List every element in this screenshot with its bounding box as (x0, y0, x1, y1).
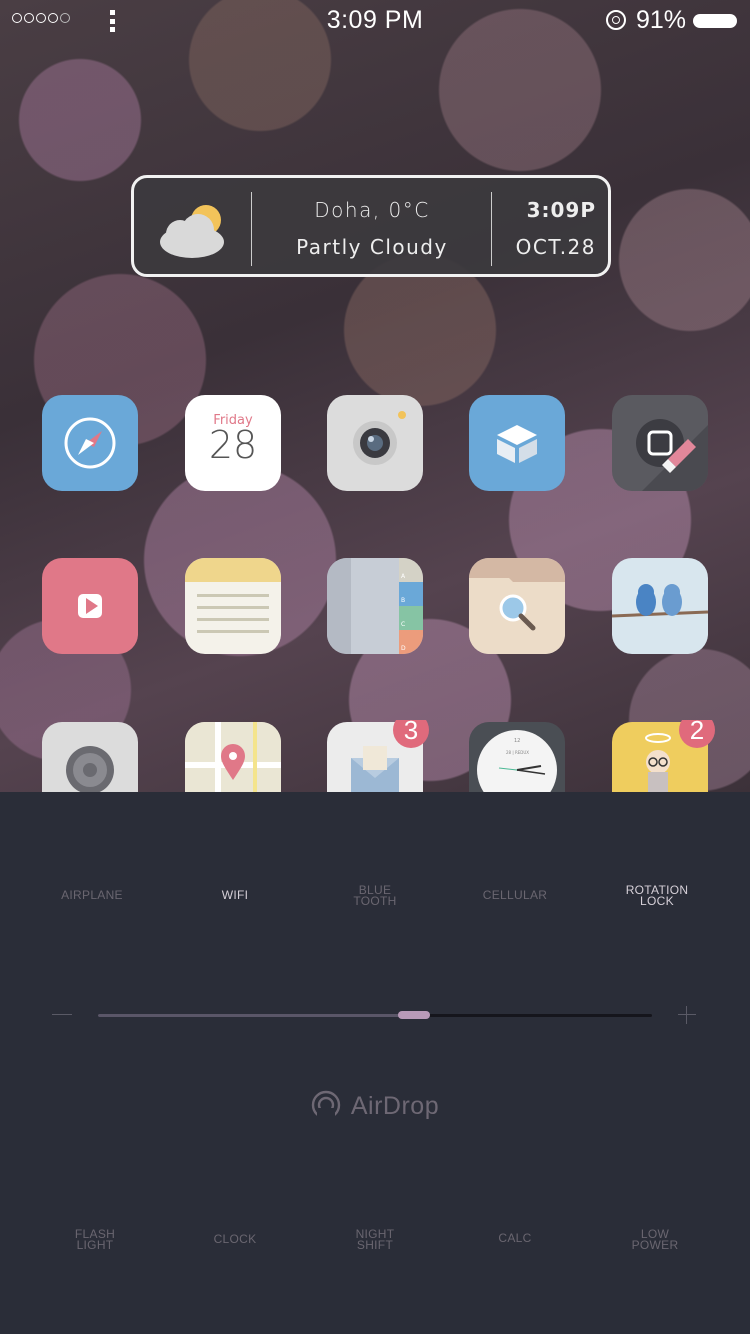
app-eraser[interactable] (612, 395, 708, 491)
play-icon (78, 594, 102, 618)
app-safari[interactable] (42, 395, 138, 491)
notes-icon (185, 558, 281, 633)
svg-text:C: C (401, 621, 405, 628)
svg-text:12: 12 (514, 738, 520, 744)
weather-condition: Partly Cloudy (296, 235, 448, 259)
rotation-lock-icon (606, 10, 626, 30)
calculator-toggle[interactable]: CALC (455, 1232, 575, 1244)
cellular-toggle[interactable]: CELLULAR (455, 889, 575, 901)
brightness-thumb[interactable] (397, 1011, 430, 1019)
control-center: AIRPLANE WIFI BLUE TOOTH CELLULAR ROTATI… (0, 792, 750, 1334)
airplane-toggle[interactable]: AIRPLANE (32, 889, 152, 901)
brightness-min-icon (52, 1014, 72, 1015)
airdrop-button[interactable]: AirDrop (0, 1091, 750, 1122)
brightness-slider[interactable] (98, 1011, 652, 1019)
dock-row-clip: 3 12 28 | REDUX 2 (0, 720, 750, 792)
divider (491, 192, 492, 266)
app-dropbox[interactable] (469, 395, 565, 491)
compass-icon (64, 417, 116, 469)
app-calendar[interactable]: Friday 28 (185, 395, 281, 491)
airdrop-icon (311, 1091, 341, 1121)
weather-date: OCT.28 (515, 235, 596, 259)
low-power-toggle[interactable]: LOW POWER (595, 1228, 715, 1251)
app-clock[interactable]: 12 28 | REDUX (469, 722, 565, 792)
app-finder[interactable] (469, 558, 565, 654)
contacts-icon: A B C D (327, 558, 423, 654)
app-tweetbot[interactable] (612, 558, 708, 654)
app-notes[interactable] (185, 558, 281, 654)
flashlight-toggle[interactable]: FLASH LIGHT (35, 1228, 155, 1251)
camera-icon (353, 411, 406, 465)
night-shift-toggle[interactable]: NIGHT SHIFT (315, 1228, 435, 1251)
calendar-day-number: 28 (208, 423, 258, 467)
svg-text:28 | REDUX: 28 | REDUX (506, 750, 529, 755)
battery-percent: 91% (636, 6, 687, 34)
status-bar: 3:09 PM 91% (0, 0, 750, 44)
battery-icon (693, 14, 737, 28)
app-videos[interactable] (42, 558, 138, 654)
eraser-icon (636, 419, 708, 491)
weather-widget[interactable]: Doha, 0°C Partly Cloudy 3:09P OCT.28 (131, 175, 611, 277)
clock-toggle[interactable]: CLOCK (175, 1233, 295, 1245)
box-icon (497, 425, 537, 463)
search-folder-icon (469, 558, 565, 654)
app-camera[interactable] (327, 395, 423, 491)
map-pin-icon (185, 722, 281, 792)
svg-text:B: B (401, 597, 405, 604)
app-contacts[interactable]: A B C D (327, 558, 423, 654)
airdrop-label: AirDrop (350, 1092, 440, 1120)
bluetooth-toggle[interactable]: BLUE TOOTH (315, 884, 435, 907)
gear-icon (66, 746, 114, 792)
app-maps[interactable] (185, 722, 281, 792)
rotation-lock-toggle[interactable]: ROTATION LOCK (597, 884, 717, 907)
weather-time: 3:09P (526, 198, 596, 222)
clock-icon: 12 28 | REDUX (477, 730, 557, 792)
app-settings[interactable] (42, 722, 138, 792)
svg-text:D: D (401, 645, 406, 652)
wifi-toggle[interactable]: WIFI (175, 889, 295, 901)
brightness-max-icon (678, 1006, 696, 1024)
partly-cloudy-icon (160, 205, 224, 258)
weather-location: Doha, 0°C (314, 198, 430, 222)
birds-icon (612, 584, 708, 618)
brightness-fill (98, 1014, 414, 1017)
